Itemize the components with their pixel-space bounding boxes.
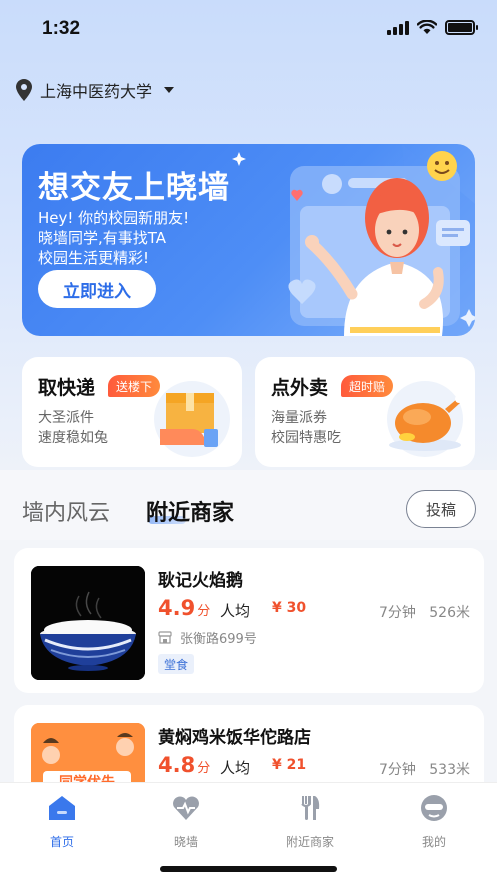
banner-line: 校园生活更精彩! — [38, 249, 150, 267]
nav-home[interactable]: 首页 — [12, 793, 112, 850]
wifi-icon — [417, 20, 437, 34]
nav-label: 附近商家 — [285, 835, 334, 849]
heart-icon — [173, 796, 199, 820]
banner-title: 想交友上晓墙 — [38, 170, 230, 206]
avg-price-label: 人均 — [220, 602, 251, 620]
location-selector[interactable]: 上海中医药大学 — [16, 78, 175, 102]
banner-line: Hey! 你的校园新朋友! — [38, 209, 190, 227]
delivery-time: 7分钟 — [378, 605, 416, 621]
rating-value: 4.9 — [158, 596, 196, 620]
card-title: 点外卖 — [271, 377, 329, 399]
enter-button[interactable]: 立即进入 — [38, 270, 156, 308]
avg-price: ¥ 30 — [272, 600, 307, 616]
shop-name: 黄焖鸡米饭华佗路店 — [158, 728, 311, 748]
sparkle-icon — [232, 152, 246, 166]
banner-subtitle: Hey! 你的校园新朋友! 晓墙同学,有事找TA 校园生活更精彩! — [38, 208, 189, 268]
nav-label: 晓墙 — [173, 835, 198, 849]
nav-nearby-shops[interactable]: 附近商家 — [260, 793, 360, 850]
home-indicator — [160, 866, 337, 872]
card-description: 大圣派件 速度稳如兔 — [38, 408, 108, 448]
distance: 526米 — [429, 605, 470, 621]
card-desc-line: 校园特惠吃 — [271, 430, 341, 446]
shop-icon — [158, 631, 172, 644]
nav-wall[interactable]: 晓墙 — [136, 793, 236, 850]
shop-rating: 4.8 分 — [158, 753, 210, 777]
rice-bowl-image — [31, 566, 145, 680]
shop-address: 张衡路699号 — [158, 628, 257, 647]
roast-chicken-icon — [387, 381, 463, 457]
shop-distance: 7分钟 533米 — [379, 759, 470, 779]
location-pin-icon — [16, 79, 32, 101]
fork-knife-icon — [301, 796, 320, 820]
avg-price-label: 人均 — [220, 759, 251, 777]
battery-icon — [445, 20, 478, 35]
avg-price: ¥ 21 — [272, 757, 307, 773]
shop-image — [31, 566, 145, 680]
home-icon — [49, 796, 75, 820]
shop-name: 耿记火焰鹅 — [158, 571, 243, 591]
delivery-time: 7分钟 — [378, 762, 416, 778]
food-delivery-card[interactable]: 点外卖 超时赔 海量派券 校园特惠吃 — [255, 357, 475, 467]
tab-wall-news[interactable]: 墙内风云 — [22, 495, 110, 527]
nav-label: 首页 — [49, 835, 74, 849]
card-desc-line: 大圣派件 — [38, 410, 94, 426]
card-title: 取快递 — [38, 377, 96, 399]
distance: 533米 — [429, 762, 470, 778]
shop-rating: 4.9 分 — [158, 596, 210, 620]
card-description: 海量派券 校园特惠吃 — [271, 408, 341, 448]
status-icons — [387, 20, 478, 35]
card-desc-line: 海量派券 — [271, 410, 327, 426]
cellular-signal-icon — [387, 20, 409, 35]
dine-in-badge: 堂食 — [158, 654, 195, 674]
profile-icon — [421, 795, 447, 821]
post-button[interactable]: 投稿 — [406, 490, 476, 528]
rating-value: 4.8 — [158, 753, 196, 777]
status-time: 1:32 — [42, 18, 81, 39]
tab-nearby-shops[interactable]: 附近商家 — [146, 495, 234, 527]
girl-illustration — [288, 144, 475, 336]
express-delivery-card[interactable]: 取快递 送楼下 大圣派件 速度稳如兔 — [22, 357, 242, 467]
nav-profile[interactable]: 我的 — [384, 793, 484, 850]
chevron-down-icon — [164, 87, 175, 93]
nav-label: 我的 — [421, 835, 446, 849]
shop-card[interactable]: 耿记火焰鹅 4.9 分 人均 ¥ 30 7分钟 526米 张衡路699号 堂食 — [14, 548, 484, 693]
status-bar: 1:32 — [0, 0, 497, 60]
rating-unit: 分 — [197, 761, 211, 776]
location-label: 上海中医药大学 — [40, 82, 153, 101]
address-text: 张衡路699号 — [180, 632, 257, 647]
banner-line: 晓墙同学,有事找TA — [38, 229, 167, 247]
card-desc-line: 速度稳如兔 — [38, 430, 108, 446]
shop-distance: 7分钟 526米 — [379, 602, 470, 622]
package-hand-icon — [154, 381, 230, 457]
promo-banner[interactable]: 想交友上晓墙 Hey! 你的校园新朋友! 晓墙同学,有事找TA 校园生活更精彩!… — [22, 144, 475, 336]
rating-unit: 分 — [197, 604, 211, 619]
